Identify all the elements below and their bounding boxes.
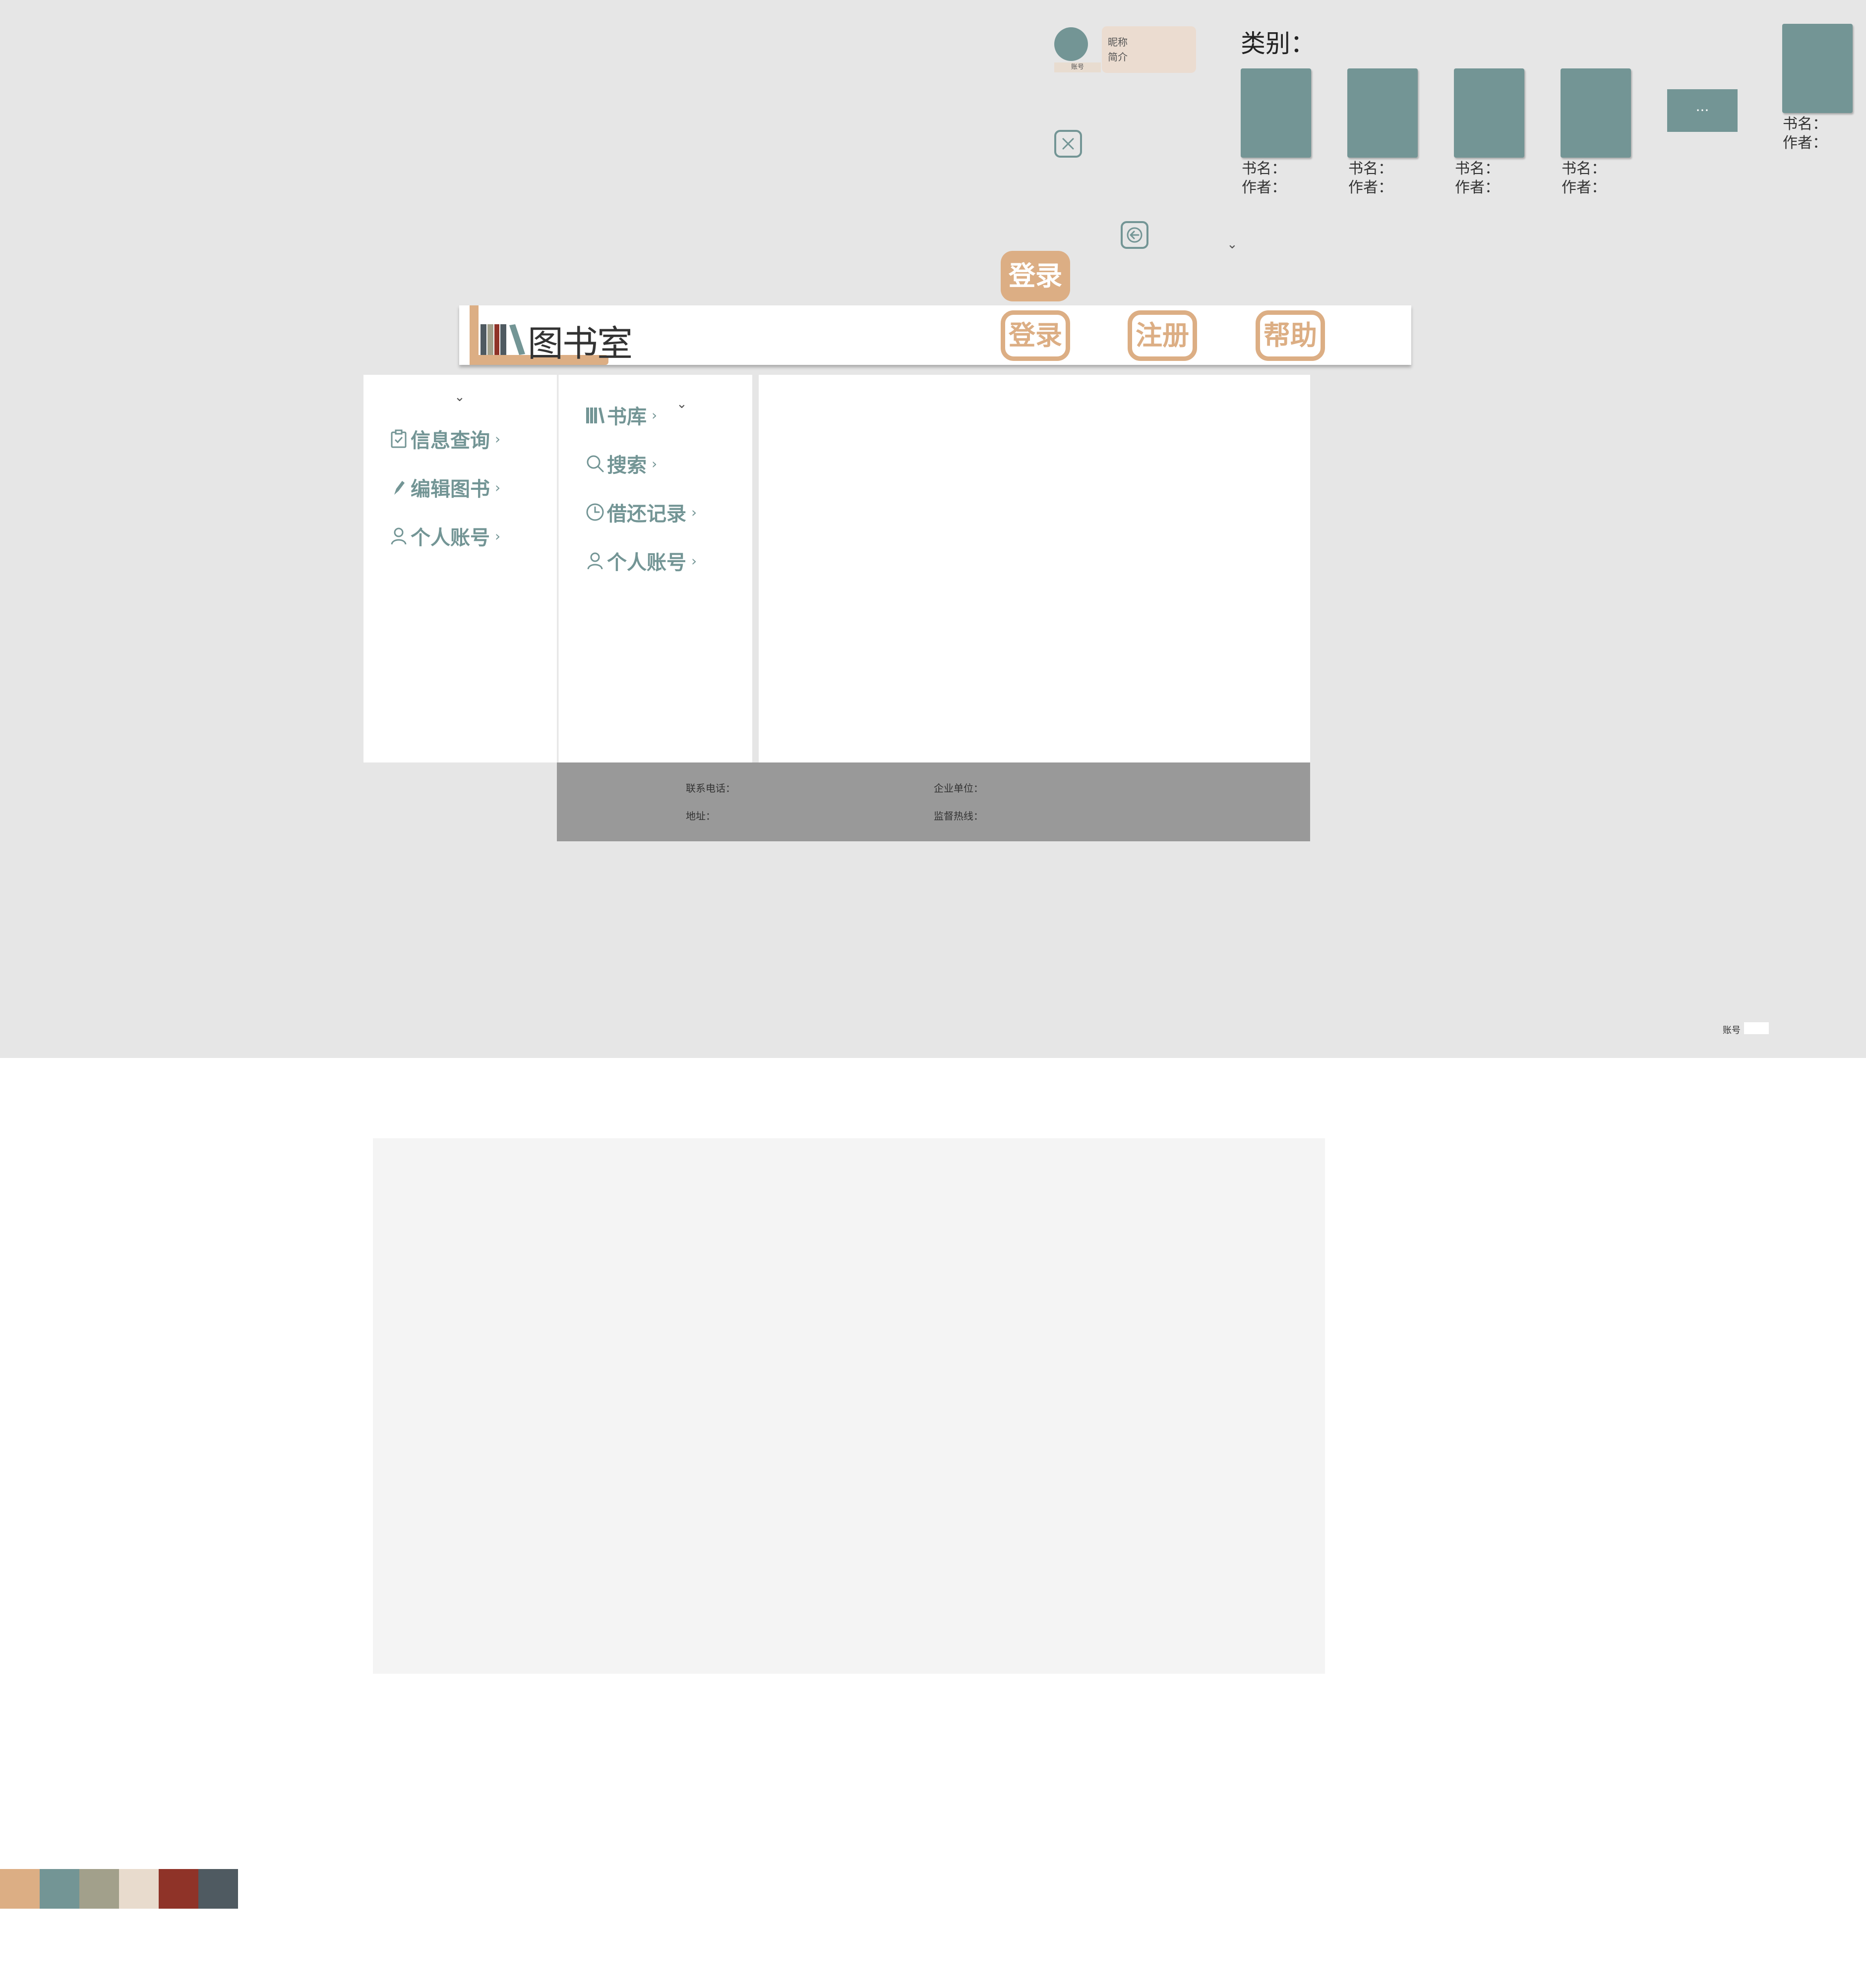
- chevron-right-icon: ›: [495, 430, 501, 447]
- avatar[interactable]: [1054, 27, 1088, 61]
- profile-intro-card: 昵称 简介: [1102, 26, 1196, 73]
- account-field-label: 账号: [1723, 1025, 1741, 1036]
- sidebar-item-label: 搜索: [607, 454, 647, 477]
- chevron-right-icon: ›: [691, 552, 697, 569]
- blank-panel: [373, 1138, 1325, 1674]
- palette-swatch: [79, 1869, 119, 1909]
- main-content: [759, 375, 1310, 762]
- footer-phone-label: 联系电话：: [686, 782, 735, 794]
- chevron-right-icon: ›: [495, 527, 501, 544]
- help-button[interactable]: 帮助: [1256, 310, 1325, 361]
- sidebar-item-label: 借还记录: [607, 503, 686, 526]
- app-title: 图书室: [528, 323, 633, 364]
- book-meta: 书名： 作者：: [1348, 160, 1393, 197]
- book-title-label: 书名：: [1348, 160, 1393, 177]
- chevron-right-icon: ›: [652, 407, 658, 423]
- sidebar-item-search[interactable]: 搜索 ›: [585, 449, 657, 478]
- back-arrow-icon[interactable]: [1121, 221, 1148, 249]
- book-meta: 书名： 作者：: [1242, 160, 1286, 197]
- book-meta: 书名： 作者：: [1562, 160, 1606, 197]
- book-title-label: 书名：: [1783, 116, 1827, 133]
- book-author-label: 作者：: [1455, 179, 1500, 196]
- book-author-label: 作者：: [1348, 179, 1393, 196]
- book-cover[interactable]: [1561, 68, 1631, 158]
- sidebar-item-account[interactable]: 个人账号 ›: [389, 522, 500, 550]
- book-cover[interactable]: [1454, 68, 1524, 158]
- palette-swatch: [159, 1869, 198, 1909]
- book-author-label: 作者：: [1562, 179, 1606, 196]
- books-icon: [585, 404, 605, 426]
- sidebar-item-info-query[interactable]: 信息查询 ›: [389, 424, 500, 453]
- register-button[interactable]: 注册: [1128, 310, 1197, 361]
- palette-swatch: [119, 1869, 159, 1909]
- more-books-button[interactable]: ...: [1667, 89, 1738, 132]
- pencil-icon: [389, 476, 409, 498]
- palette-swatch: [0, 1869, 40, 1909]
- book-title-label: 书名：: [1562, 160, 1606, 177]
- chevron-right-icon: ›: [652, 455, 658, 472]
- chevron-right-icon: ›: [691, 504, 697, 521]
- search-icon: [585, 453, 605, 474]
- chevron-down-icon[interactable]: ⌄: [676, 397, 687, 411]
- palette-swatch: [198, 1869, 238, 1909]
- sidebar-item-label: 个人账号: [411, 526, 490, 549]
- sidebar-item-library[interactable]: 书库 ›: [585, 401, 657, 429]
- sidebar-item-label: 编辑图书: [411, 478, 490, 501]
- book-title-label: 书名：: [1455, 160, 1500, 177]
- login-button-filled[interactable]: 登录: [1001, 251, 1070, 301]
- user-icon: [389, 525, 409, 547]
- footer: 联系电话： 企业单位： 地址： 监督热线：: [557, 762, 1310, 841]
- sidebar-item-account[interactable]: 个人账号 ›: [585, 546, 697, 575]
- chevron-right-icon: ›: [495, 479, 501, 496]
- chevron-down-icon[interactable]: ⌄: [454, 390, 465, 405]
- user-icon: [585, 550, 605, 572]
- book-author-label: 作者：: [1783, 134, 1827, 152]
- book-cover[interactable]: [1241, 68, 1311, 158]
- nickname-label: 昵称: [1108, 36, 1128, 48]
- footer-hotline-label: 监督热线：: [934, 810, 983, 822]
- account-input[interactable]: [1744, 1022, 1769, 1034]
- sidebar-item-borrow-records[interactable]: 借还记录 ›: [585, 498, 697, 526]
- palette-swatch: [40, 1869, 79, 1909]
- book-cover[interactable]: [1782, 24, 1853, 113]
- book-meta: 书名： 作者：: [1455, 160, 1500, 197]
- footer-address-label: 地址：: [686, 810, 716, 822]
- account-tag: 账号: [1054, 62, 1101, 72]
- close-icon[interactable]: [1054, 130, 1082, 158]
- login-button[interactable]: 登录: [1001, 310, 1070, 361]
- sidebar-item-label: 信息查询: [411, 429, 490, 452]
- intro-label: 简介: [1108, 51, 1128, 63]
- sidebar-item-label: 书库: [607, 406, 647, 428]
- footer-company-label: 企业单位：: [934, 782, 983, 794]
- clipboard-check-icon: [389, 428, 409, 450]
- sidebar-item-label: 个人账号: [607, 551, 686, 574]
- book-title-label: 书名：: [1242, 160, 1286, 177]
- book-meta: 书名： 作者：: [1783, 115, 1827, 153]
- clock-icon: [585, 501, 605, 523]
- book-cover[interactable]: [1347, 68, 1418, 158]
- category-label: 类别：: [1241, 29, 1315, 58]
- book-author-label: 作者：: [1242, 179, 1286, 196]
- chevron-down-icon[interactable]: ⌄: [1227, 237, 1238, 252]
- sidebar-item-edit-books[interactable]: 编辑图书 ›: [389, 473, 500, 502]
